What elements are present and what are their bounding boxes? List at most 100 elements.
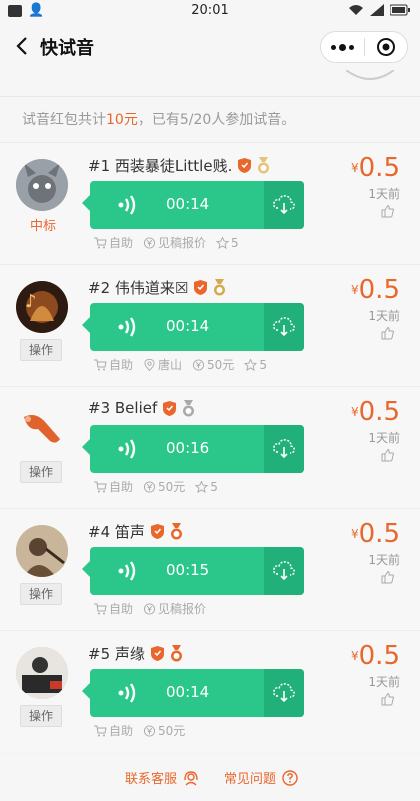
battery-icon — [390, 4, 410, 16]
faq-label: 常见问题 — [224, 772, 277, 787]
list-item: ♪ 操作 #2 伟伟道来☒ 00:14 自助 唐山 50元 5 ¥0.5 1天前 — [0, 264, 420, 386]
meta-text: 自助 — [109, 602, 134, 616]
avatar[interactable] — [16, 647, 68, 699]
operate-button[interactable]: 操作 — [20, 461, 62, 483]
medal-icon — [170, 645, 182, 662]
price-value: 0.5 — [358, 153, 400, 183]
audio-player[interactable]: 00:16 — [82, 425, 304, 473]
price-currency: ¥ — [351, 161, 359, 175]
price-value: 0.5 — [358, 275, 400, 305]
meta-text: 5 — [259, 357, 267, 372]
time-ago: 1天前 — [368, 309, 400, 323]
yen-icon — [143, 602, 156, 615]
item-name-text: #2 伟伟道来☒ — [88, 279, 189, 297]
footer: 联系客服 常见问题 — [0, 756, 420, 801]
status-bar: 👤 20:01 — [0, 0, 420, 22]
avatar[interactable] — [16, 403, 68, 455]
location-icon — [144, 358, 155, 371]
svg-text:♪: ♪ — [25, 291, 37, 312]
contact-service-label: 联系客服 — [125, 772, 178, 787]
price-value: 0.5 — [358, 641, 400, 671]
time-ago: 1天前 — [368, 675, 400, 689]
item-name: #4 笛声 — [88, 521, 183, 542]
audio-player[interactable]: 00:14 — [82, 303, 304, 351]
price: ¥0.5 — [351, 153, 400, 183]
meta-text: 50元 — [158, 724, 186, 738]
sound-waves-icon — [118, 683, 136, 703]
meta-text: 5 — [210, 479, 218, 494]
price-value: 0.5 — [358, 519, 400, 549]
sound-waves-icon — [118, 561, 136, 581]
meta-text: 自助 — [109, 480, 134, 494]
item-name-text: #4 笛声 — [88, 523, 145, 541]
avatar[interactable] — [16, 159, 68, 211]
list-item: 操作 #3 Belief 00:16 自助 50元 5 ¥0.5 1天前 — [0, 386, 420, 508]
thumbs-up-icon[interactable] — [381, 205, 394, 218]
item-name: #3 Belief — [88, 399, 195, 417]
cart-icon — [94, 603, 107, 614]
thumbs-up-icon[interactable] — [381, 449, 394, 462]
avatar[interactable]: ♪ — [16, 281, 68, 333]
shield-icon — [150, 524, 164, 539]
mini-program-capsule — [320, 31, 408, 63]
thumbs-up-icon[interactable] — [381, 327, 394, 340]
price: ¥0.5 — [351, 275, 400, 305]
audio-player[interactable]: 00:15 — [82, 547, 304, 595]
item-meta: 自助 50元 — [94, 722, 191, 739]
summary-amount: 10元 — [106, 112, 138, 128]
audio-player[interactable]: 00:14 — [82, 181, 304, 229]
cloud-download-icon[interactable] — [264, 181, 304, 229]
cart-icon — [94, 481, 107, 492]
status-badge: 中标 — [30, 219, 57, 234]
meta-text: 见稿报价 — [158, 602, 207, 616]
shield-icon — [194, 280, 208, 295]
chevron-left-icon[interactable] — [12, 35, 34, 57]
star-icon — [244, 358, 258, 371]
price-currency: ¥ — [351, 405, 359, 419]
headset-icon — [184, 770, 198, 786]
item-name-text: #5 声缘 — [88, 645, 145, 663]
price: ¥0.5 — [351, 641, 400, 671]
cart-icon — [94, 237, 107, 248]
time-ago: 1天前 — [368, 553, 400, 567]
star-icon — [195, 480, 209, 493]
audio-player[interactable]: 00:14 — [82, 669, 304, 717]
operate-button[interactable]: 操作 — [20, 339, 62, 361]
nav-bar: 快试音 — [0, 22, 420, 70]
item-name-text: #3 Belief — [88, 399, 158, 417]
meta-text: 自助 — [109, 358, 134, 372]
audio-duration: 00:14 — [166, 317, 210, 335]
meta-text: 50元 — [158, 480, 186, 494]
item-name: #5 声缘 — [88, 643, 183, 664]
shield-icon — [163, 400, 177, 416]
time-ago: 1天前 — [368, 187, 400, 201]
cart-icon — [94, 359, 107, 370]
summary-text: 试音红包共计10元，已有5/20人参加试音。 — [0, 96, 420, 142]
cloud-download-icon[interactable] — [264, 303, 304, 351]
question-circle-icon — [282, 769, 298, 786]
medal-icon — [258, 157, 270, 174]
target-icon[interactable] — [365, 31, 407, 63]
operate-button[interactable]: 操作 — [20, 583, 62, 605]
shield-icon — [150, 646, 164, 661]
cart-icon — [94, 725, 107, 736]
contact-service-link[interactable]: 联系客服 — [125, 768, 199, 787]
thumbs-up-icon[interactable] — [381, 693, 394, 706]
cloud-download-icon[interactable] — [264, 669, 304, 717]
list-item: 中标 #1 西装暴徒Little贱. 00:14 自助 见稿报价 5 ¥0.5 … — [0, 142, 420, 264]
faq-link[interactable]: 常见问题 — [224, 768, 298, 787]
cloud-download-icon[interactable] — [264, 547, 304, 595]
item-meta: 自助 唐山 50元 5 — [94, 356, 273, 373]
cloud-download-icon[interactable] — [264, 425, 304, 473]
audio-duration: 00:16 — [166, 439, 210, 457]
more-dots-icon[interactable] — [321, 31, 364, 63]
meta-text: 自助 — [109, 724, 134, 738]
summary-suffix: ，已有5/20人参加试音。 — [137, 112, 296, 128]
medal-icon — [183, 399, 195, 416]
thumbs-up-icon[interactable] — [381, 571, 394, 584]
item-meta: 自助 见稿报价 — [94, 600, 212, 617]
avatar[interactable] — [16, 525, 68, 577]
medal-icon — [214, 279, 226, 296]
price-currency: ¥ — [351, 283, 359, 297]
operate-button[interactable]: 操作 — [20, 705, 62, 727]
